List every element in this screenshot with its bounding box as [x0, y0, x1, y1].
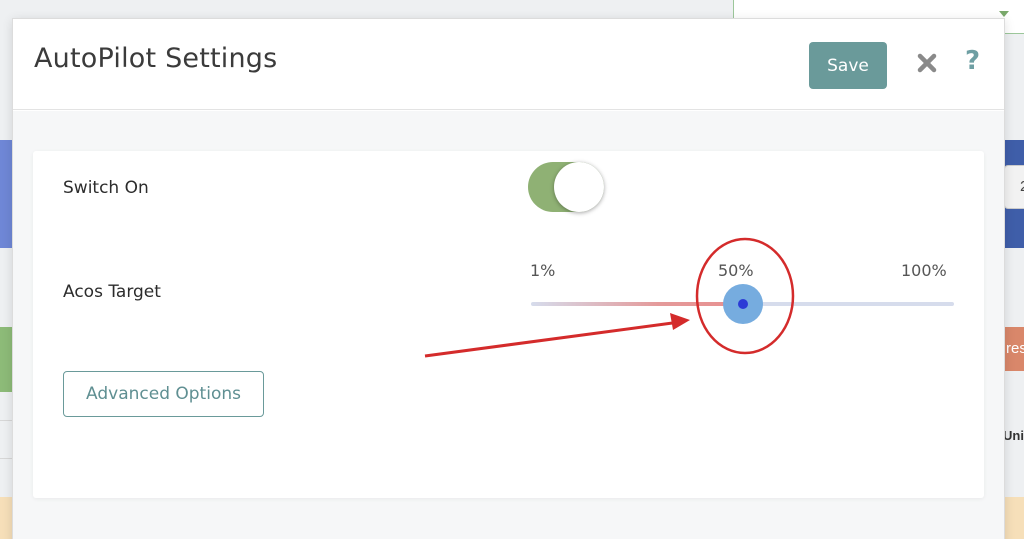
- slider-thumb-dot: [737, 299, 748, 309]
- background-right-text: Uni: [1003, 428, 1024, 443]
- acos-target-slider[interactable]: [531, 284, 954, 324]
- advanced-options-button[interactable]: Advanced Options: [63, 371, 264, 417]
- slider-thumb[interactable]: [722, 284, 763, 324]
- toggle-knob[interactable]: [554, 162, 604, 212]
- slider-mid-label: 50%: [718, 261, 754, 280]
- background-right-peach-panel: [1004, 497, 1024, 539]
- acos-target-label: Acos Target: [63, 282, 161, 302]
- background-right-box: 2: [1004, 165, 1024, 209]
- close-icon[interactable]: [916, 52, 938, 74]
- switch-on-toggle[interactable]: [528, 162, 604, 212]
- background-right-orange-button: res: [1004, 327, 1024, 371]
- modal-body: Switch On Acos Target 1% 50% 100% Advanc…: [13, 111, 1004, 539]
- switch-on-label: Switch On: [63, 178, 149, 198]
- modal-title: AutoPilot Settings: [34, 43, 278, 74]
- caret-down-icon: [999, 11, 1009, 17]
- help-icon[interactable]: ?: [965, 46, 980, 76]
- save-button[interactable]: Save: [809, 42, 887, 89]
- slider-max-label: 100%: [901, 261, 947, 280]
- slider-min-label: 1%: [530, 261, 556, 280]
- settings-card: Switch On Acos Target 1% 50% 100% Advanc…: [33, 151, 984, 498]
- autopilot-settings-modal: AutoPilot Settings Save ? Switch On Acos…: [12, 18, 1005, 539]
- modal-header: AutoPilot Settings Save ?: [13, 19, 1004, 110]
- slider-fill: [531, 302, 743, 306]
